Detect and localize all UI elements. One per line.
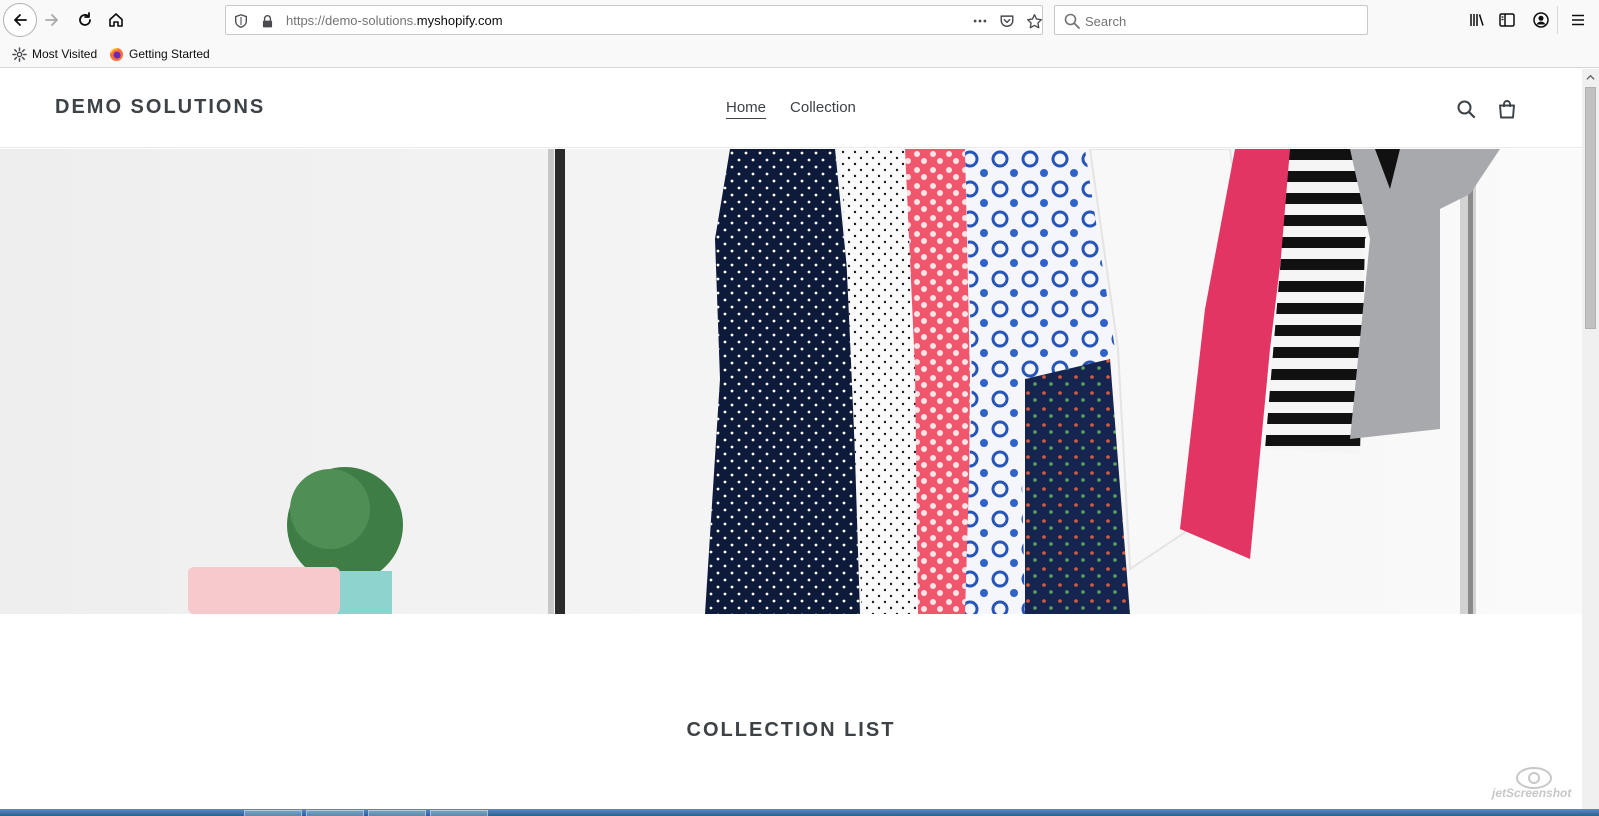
watermark: jetScreenshot	[1488, 766, 1582, 804]
scroll-thumb[interactable]	[1585, 87, 1596, 329]
bookmarks-toolbar: Most Visited Getting Started	[0, 40, 1599, 68]
taskbar-item[interactable]	[244, 810, 302, 816]
search-input[interactable]	[1085, 12, 1355, 30]
url-domain: myshopify.com	[416, 13, 503, 28]
main-nav: Home Collection	[726, 99, 856, 119]
taskbar-item[interactable]	[430, 810, 488, 816]
watermark-text: jetScreenshot	[1492, 786, 1572, 800]
sidebar-button[interactable]	[1495, 8, 1519, 32]
nav-link-collection[interactable]: Collection	[790, 99, 856, 119]
os-taskbar	[0, 809, 1599, 816]
forward-button[interactable]	[36, 4, 68, 36]
hamburger-menu-icon	[1572, 14, 1584, 26]
search-icon	[1064, 13, 1080, 29]
page-viewport: DEMO SOLUTIONS Home Collection COLLECTIO…	[0, 69, 1582, 809]
shopping-bag-icon	[1499, 100, 1515, 119]
scroll-up-arrow-icon[interactable]	[1582, 69, 1599, 85]
search-bar[interactable]	[1054, 5, 1368, 35]
search-icon	[1457, 100, 1476, 119]
browser-window: https://demo-solutions.myshopify.com Sea…	[0, 0, 1599, 816]
browser-toolbar: https://demo-solutions.myshopify.com	[0, 0, 1599, 40]
site-header: DEMO SOLUTIONS Home Collection	[0, 69, 1582, 148]
collection-list-heading: COLLECTION LIST	[686, 719, 896, 741]
account-button[interactable]	[1529, 8, 1553, 32]
taskbar-item[interactable]	[368, 810, 426, 816]
arrow-right-icon	[45, 14, 58, 26]
taskbar-item[interactable]	[306, 810, 364, 816]
site-logo[interactable]: DEMO SOLUTIONS	[55, 96, 265, 119]
site-search-button[interactable]	[1454, 97, 1478, 121]
library-button[interactable]	[1465, 8, 1489, 32]
url-bar[interactable]: https://demo-solutions.myshopify.com	[225, 5, 1043, 35]
menu-button[interactable]	[1566, 8, 1590, 32]
bookmark-label: Getting Started	[129, 47, 210, 61]
url-text[interactable]: https://demo-solutions.myshopify.com	[286, 13, 503, 28]
home-button[interactable]	[100, 4, 132, 36]
page-scrollbar[interactable]	[1582, 69, 1599, 809]
bookmark-most-visited[interactable]: Most Visited	[12, 45, 97, 63]
firefox-icon	[109, 47, 124, 61]
hero-image	[0, 149, 1582, 614]
bookmark-getting-started[interactable]: Getting Started	[109, 45, 210, 63]
toolbar-separator	[1557, 6, 1558, 34]
url-prefix: https://demo-solutions.	[286, 13, 417, 28]
library-icon	[1470, 14, 1484, 26]
reload-icon	[79, 12, 91, 26]
home-icon	[109, 13, 123, 27]
cart-button[interactable]	[1495, 97, 1519, 121]
account-icon	[1533, 12, 1549, 28]
shield-icon[interactable]	[232, 12, 250, 30]
arrow-left-icon	[14, 14, 27, 26]
nav-link-home[interactable]: Home	[726, 99, 767, 119]
back-button[interactable]	[3, 3, 37, 37]
page-actions-icon[interactable]	[971, 12, 989, 30]
pocket-icon[interactable]	[998, 12, 1016, 30]
bookmark-label: Most Visited	[32, 47, 98, 61]
gear-icon	[12, 46, 27, 62]
clothing-rack-image	[188, 149, 1500, 614]
reload-button[interactable]	[69, 4, 101, 36]
star-bookmark-icon[interactable]	[1025, 12, 1043, 30]
lock-icon[interactable]	[258, 12, 276, 30]
sidebar-icon	[1499, 13, 1515, 27]
